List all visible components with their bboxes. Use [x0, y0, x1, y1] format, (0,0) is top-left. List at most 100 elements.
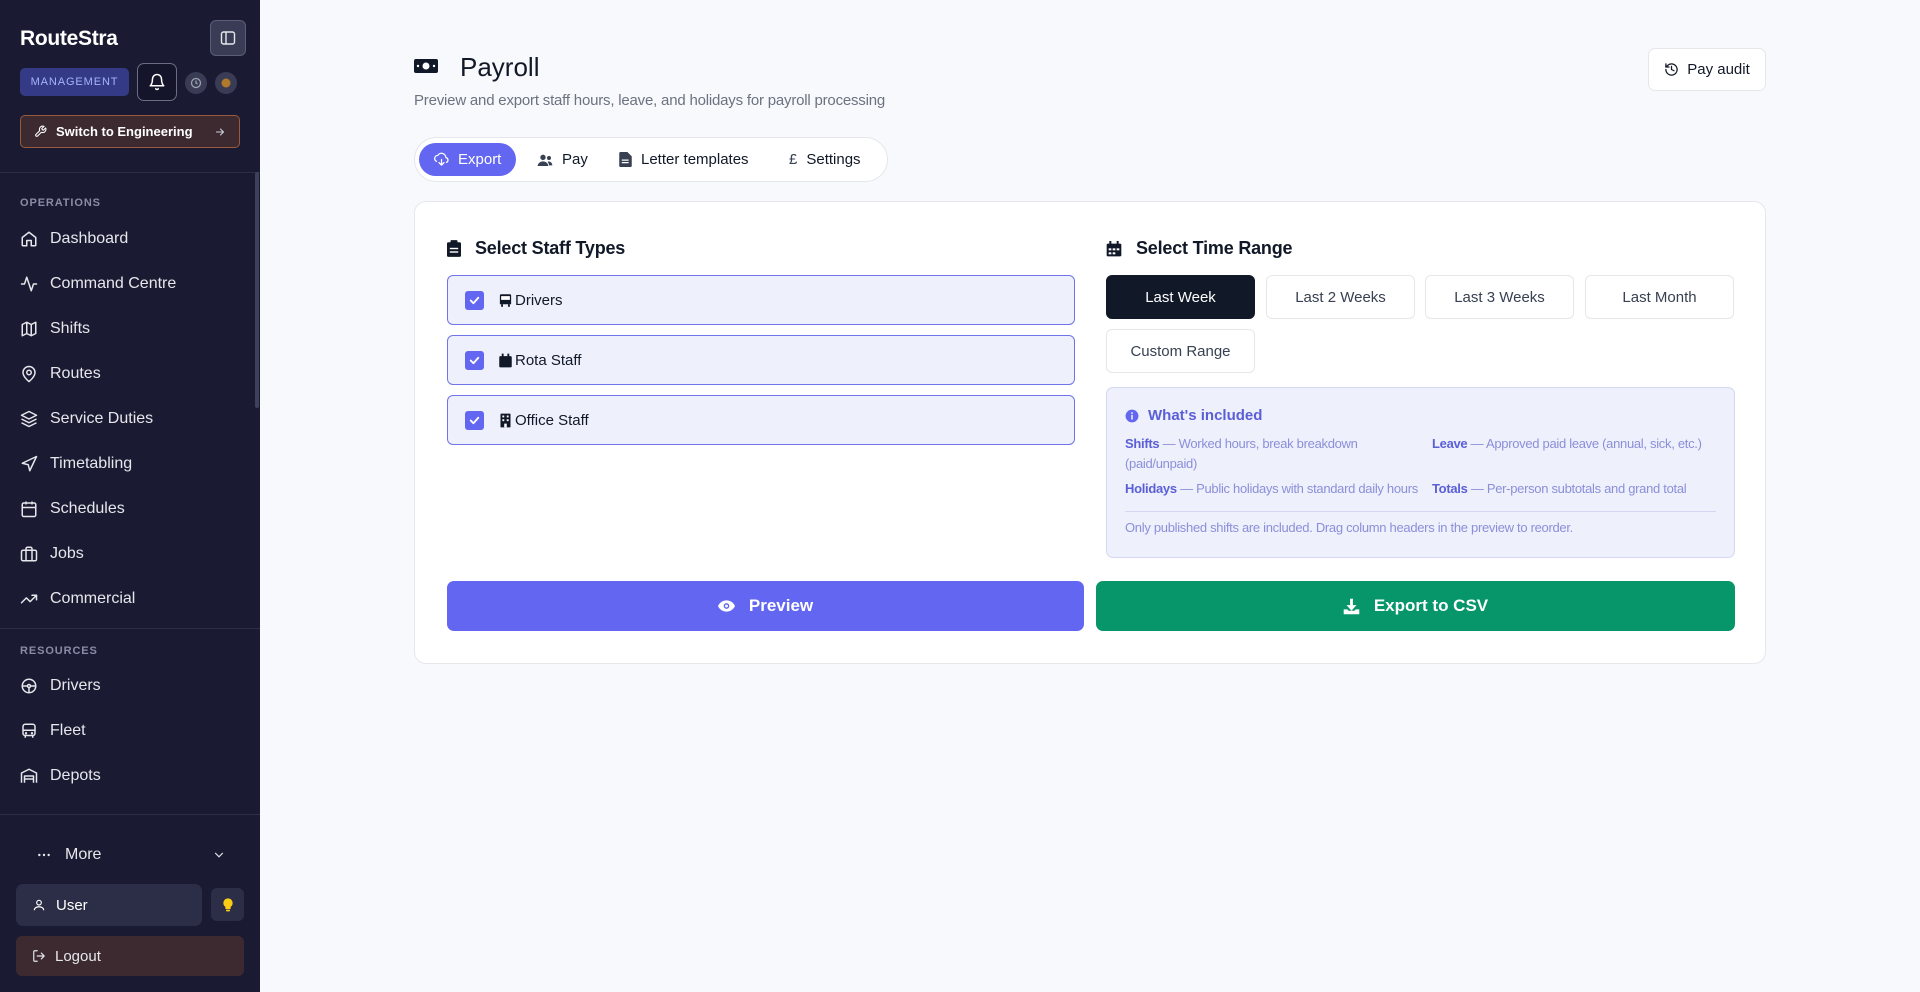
clock-icon	[190, 77, 202, 89]
section-label-operations: OPERATIONS	[20, 197, 101, 209]
warehouse-icon	[20, 768, 38, 783]
mode-badge: MANAGEMENT	[20, 68, 129, 96]
clipboard-icon	[447, 240, 461, 257]
tab-settings[interactable]: £ Settings	[774, 143, 876, 176]
sidebar-item-service-duties[interactable]: Service Duties	[20, 404, 153, 434]
tab-label: Export	[458, 151, 502, 168]
tab-label: Settings	[806, 151, 861, 168]
chevron-down-icon	[214, 852, 224, 858]
brand-name: RouteStra	[20, 27, 118, 50]
tab-export[interactable]: Export	[419, 143, 517, 176]
checkbox[interactable]	[465, 410, 484, 430]
staff-option-office-staff[interactable]: Office Staff	[447, 395, 1075, 445]
sidebar-divider	[0, 172, 260, 173]
sidebar-item-command-centre[interactable]: Command Centre	[20, 269, 176, 299]
sidebar-item-commercial[interactable]: Commercial	[20, 584, 135, 614]
map-pin-icon	[22, 365, 36, 383]
pound-sign-icon: £	[789, 151, 798, 168]
sidebar-item-routes[interactable]: Routes	[20, 359, 101, 389]
staff-option-label: Rota Staff	[515, 351, 582, 369]
navigation-icon	[21, 455, 38, 472]
arrow-right-icon	[216, 128, 225, 135]
tips-button[interactable]	[211, 888, 244, 921]
user-label: User	[56, 896, 88, 914]
staff-option-label: Office Staff	[515, 411, 589, 429]
sidebar-item-fleet[interactable]: Fleet	[20, 716, 86, 746]
range-last-month-button[interactable]: Last Month	[1585, 275, 1734, 319]
info-item-shifts: Shifts — Worked hours, break breakdown (…	[1125, 434, 1415, 474]
info-heading-label: What's included	[1148, 407, 1263, 424]
tab-label: Pay	[562, 151, 588, 168]
tab-letter-templates[interactable]: Letter templates	[604, 143, 764, 176]
range-last-2-weeks-button[interactable]: Last 2 Weeks	[1266, 275, 1415, 319]
sidebar-item-label: Commercial	[50, 590, 136, 607]
range-custom-button[interactable]: Custom Range	[1106, 329, 1255, 373]
info-note: Only published shifts are included. Drag…	[1125, 520, 1573, 535]
info-term: Shifts	[1125, 436, 1160, 451]
check-icon	[469, 356, 480, 364]
sidebar-item-jobs[interactable]: Jobs	[20, 539, 84, 569]
sidebar-divider	[0, 814, 260, 815]
sidebar-item-label: Schedules	[50, 500, 125, 517]
info-divider	[1125, 511, 1716, 512]
sidebar-item-dashboard[interactable]: Dashboard	[20, 224, 128, 254]
logout-button[interactable]: Logout	[16, 936, 244, 976]
sidebar-panel-icon	[220, 31, 236, 45]
sidebar-item-label: Depots	[50, 767, 101, 784]
check-icon	[469, 296, 480, 304]
staff-option-rota-staff[interactable]: Rota Staff	[447, 335, 1075, 385]
steering-wheel-icon	[21, 678, 37, 694]
info-icon	[1125, 409, 1139, 422]
preview-button[interactable]: Preview	[447, 581, 1084, 631]
export-label: Export to CSV	[1373, 596, 1489, 615]
notifications-button[interactable]	[137, 63, 177, 101]
logout-label: Logout	[55, 947, 101, 965]
staff-option-label: Drivers	[515, 291, 563, 309]
bell-icon	[149, 73, 165, 91]
lightbulb-icon	[222, 897, 233, 911]
range-last-week-button[interactable]: Last Week	[1106, 275, 1255, 319]
section-label-resources: RESOURCES	[20, 645, 98, 657]
sidebar-item-drivers[interactable]: Drivers	[20, 671, 101, 701]
sidebar-item-depots[interactable]: Depots	[20, 761, 101, 791]
file-text-icon	[619, 152, 632, 167]
pay-audit-button[interactable]: Pay audit	[1648, 48, 1766, 91]
sidebar-item-schedules[interactable]: Schedules	[20, 494, 125, 524]
sidebar-item-timetabling[interactable]: Timetabling	[20, 449, 132, 479]
info-item-leave: Leave — Approved paid leave (annual, sic…	[1432, 434, 1722, 454]
cloud-download-icon	[434, 152, 449, 166]
checkbox[interactable]	[465, 290, 484, 310]
staff-option-drivers[interactable]: Drivers	[447, 275, 1075, 325]
sidebar-item-label: Fleet	[50, 722, 86, 739]
sidebar-item-shifts[interactable]: Shifts	[20, 314, 90, 344]
info-term: Holidays	[1125, 481, 1177, 496]
sidebar-item-label: Timetabling	[50, 455, 133, 472]
calendar-icon	[499, 353, 512, 367]
page-subtitle: Preview and export staff hours, leave, a…	[414, 92, 886, 109]
whats-included-panel: What's included Shifts — Worked hours, b…	[1106, 387, 1735, 558]
activity-icon	[20, 276, 38, 292]
sidebar-scrollbar[interactable]	[255, 172, 259, 408]
bus-icon	[22, 723, 36, 738]
info-heading: What's included	[1125, 407, 1262, 424]
sidebar-more-toggle[interactable]: More	[36, 840, 226, 870]
switch-to-engineering-button[interactable]: Switch to Engineering	[20, 115, 240, 148]
info-item-holidays: Holidays — Public holidays with standard…	[1125, 479, 1425, 499]
export-csv-button[interactable]: Export to CSV	[1096, 581, 1735, 631]
wrench-icon	[35, 125, 47, 137]
download-icon	[1343, 598, 1360, 614]
home-icon	[21, 231, 37, 247]
tab-pay[interactable]: Pay	[522, 143, 603, 176]
user-button[interactable]: User	[16, 884, 202, 926]
time-range-heading: Select Time Range	[1106, 238, 1293, 259]
sidebar-item-label: Jobs	[50, 545, 84, 562]
theme-toggle-button[interactable]	[215, 72, 237, 94]
sidebar-toggle-button[interactable]	[210, 20, 246, 56]
building-icon	[500, 413, 511, 427]
user-icon	[33, 899, 45, 911]
clock-status-button[interactable]	[185, 72, 207, 94]
checkbox[interactable]	[465, 350, 484, 370]
range-last-3-weeks-button[interactable]: Last 3 Weeks	[1425, 275, 1574, 319]
info-desc: — Worked hours, break breakdown (paid/un…	[1125, 436, 1358, 471]
pay-audit-label: Pay audit	[1687, 61, 1750, 78]
